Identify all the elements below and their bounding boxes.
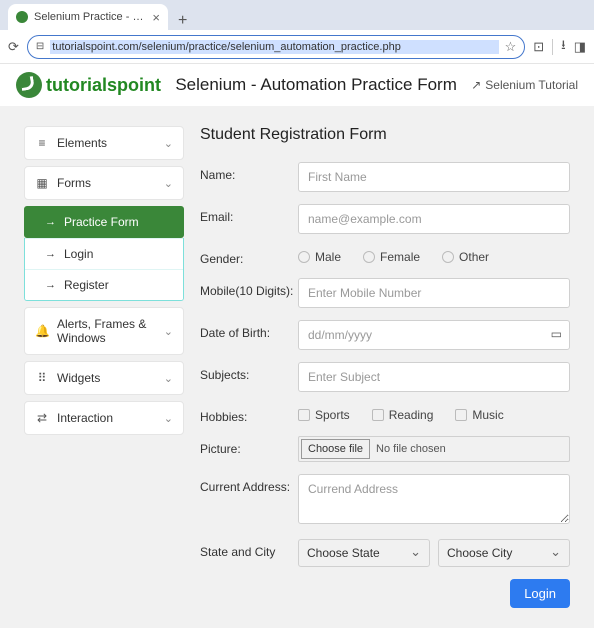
sidebar-item-widgets[interactable]: ⠿ Widgets ⌄	[24, 361, 184, 395]
registration-form: Student Registration Form Name: Email: G…	[200, 126, 570, 608]
label-picture: Picture:	[200, 436, 298, 456]
hobby-reading-checkbox[interactable]: Reading	[372, 408, 434, 422]
address-bar[interactable]: ⊟ tutorialspoint.com/selenium/practice/s…	[27, 35, 525, 59]
logo[interactable]: tutorialspoint	[16, 72, 161, 98]
sidebar-label: Interaction	[57, 411, 113, 425]
radio-icon	[363, 251, 375, 263]
extensions-icon[interactable]: ⊡	[533, 39, 544, 55]
chevron-down-icon: ⌄	[164, 137, 173, 150]
sidebar-sub-register[interactable]: → Register	[25, 269, 183, 300]
browser-toolbar: ⟳ ⊟ tutorialspoint.com/selenium/practice…	[0, 30, 594, 64]
form-icon: ▦	[35, 176, 49, 190]
email-input[interactable]	[298, 204, 570, 234]
file-status-text: No file chosen	[372, 443, 446, 455]
bell-icon: 🔔	[35, 324, 49, 338]
sidebar-label: Widgets	[57, 371, 100, 385]
subjects-input[interactable]	[298, 362, 570, 392]
city-select[interactable]: Choose City	[438, 539, 570, 567]
dob-input[interactable]	[298, 320, 570, 350]
label-gender: Gender:	[200, 246, 298, 266]
toolbar-divider	[552, 39, 553, 55]
tab-title: Selenium Practice - Student F	[34, 11, 146, 23]
page-title: Selenium - Automation Practice Form	[173, 75, 459, 95]
login-button[interactable]: Login	[510, 579, 570, 608]
label-name: Name:	[200, 162, 298, 182]
sidebar-label: Alerts, Frames & Windows	[57, 317, 173, 345]
checkbox-icon	[372, 409, 384, 421]
sidebar-label: Forms	[57, 176, 91, 190]
calendar-icon[interactable]: ▭	[551, 327, 562, 341]
radio-icon	[442, 251, 454, 263]
sidebar-label: Elements	[57, 136, 107, 150]
external-link-icon: ↗	[471, 78, 481, 92]
radio-icon	[298, 251, 310, 263]
favicon-icon	[16, 11, 28, 23]
label-hobbies: Hobbies:	[200, 404, 298, 424]
label-subjects: Subjects:	[200, 362, 298, 382]
reload-icon[interactable]: ⟳	[8, 39, 19, 55]
arrow-right-icon: →	[45, 279, 56, 291]
sidebar-sub-practice-form[interactable]: → Practice Form	[24, 206, 184, 238]
browser-tab-strip: Selenium Practice - Student F × +	[0, 0, 594, 30]
label-address: Current Address:	[200, 474, 298, 494]
sidebar-item-interaction[interactable]: ⇄ Interaction ⌄	[24, 401, 184, 435]
chevron-down-icon: ⌄	[164, 372, 173, 385]
sidebar-item-forms[interactable]: ▦ Forms ⌄	[24, 166, 184, 200]
form-title: Student Registration Form	[200, 126, 570, 144]
interaction-icon: ⇄	[35, 411, 49, 425]
logo-text: tutorialspoint	[46, 75, 161, 96]
sidebar-item-alerts[interactable]: 🔔 Alerts, Frames & Windows ⌄	[24, 307, 184, 355]
sidebar-item-elements[interactable]: ≡ Elements ⌄	[24, 126, 184, 160]
chevron-down-icon: ⌄	[164, 412, 173, 425]
gender-female-radio[interactable]: Female	[363, 250, 420, 264]
name-input[interactable]	[298, 162, 570, 192]
page-header: tutorialspoint Selenium - Automation Pra…	[0, 64, 594, 106]
picture-file-input[interactable]: Choose file No file chosen	[298, 436, 570, 462]
mobile-input[interactable]	[298, 278, 570, 308]
chevron-down-icon: ⌄	[164, 177, 173, 190]
panel-icon[interactable]: ◨	[574, 39, 586, 55]
arrow-right-icon: →	[45, 216, 56, 228]
arrow-right-icon: →	[45, 248, 56, 260]
bookmark-star-icon[interactable]: ☆	[505, 39, 517, 55]
label-email: Email:	[200, 204, 298, 224]
tutorial-link[interactable]: ↗ Selenium Tutorial	[471, 78, 578, 92]
sidebar: ≡ Elements ⌄ ▦ Forms ⌄ → Practice Form →…	[24, 126, 184, 608]
new-tab-button[interactable]: +	[168, 12, 197, 30]
url-text: tutorialspoint.com/selenium/practice/sel…	[50, 40, 498, 54]
label-dob: Date of Birth:	[200, 320, 298, 340]
address-textarea[interactable]	[298, 474, 570, 524]
browser-tab[interactable]: Selenium Practice - Student F ×	[8, 4, 168, 30]
close-tab-icon[interactable]: ×	[152, 10, 160, 25]
widgets-icon: ⠿	[35, 371, 49, 385]
download-icon[interactable]: ⭳	[561, 36, 566, 58]
choose-file-button[interactable]: Choose file	[301, 439, 370, 459]
list-icon: ≡	[35, 136, 49, 150]
checkbox-icon	[298, 409, 310, 421]
gender-other-radio[interactable]: Other	[442, 250, 489, 264]
label-mobile: Mobile(10 Digits):	[200, 278, 298, 298]
label-state-city: State and City	[200, 539, 298, 559]
hobby-sports-checkbox[interactable]: Sports	[298, 408, 350, 422]
hobby-music-checkbox[interactable]: Music	[455, 408, 503, 422]
logo-icon	[16, 72, 42, 98]
gender-male-radio[interactable]: Male	[298, 250, 341, 264]
sidebar-sub-login[interactable]: → Login	[25, 238, 183, 269]
chevron-down-icon: ⌄	[164, 325, 173, 338]
state-select[interactable]: Choose State	[298, 539, 430, 567]
checkbox-icon	[455, 409, 467, 421]
site-info-icon[interactable]: ⊟	[36, 41, 44, 52]
